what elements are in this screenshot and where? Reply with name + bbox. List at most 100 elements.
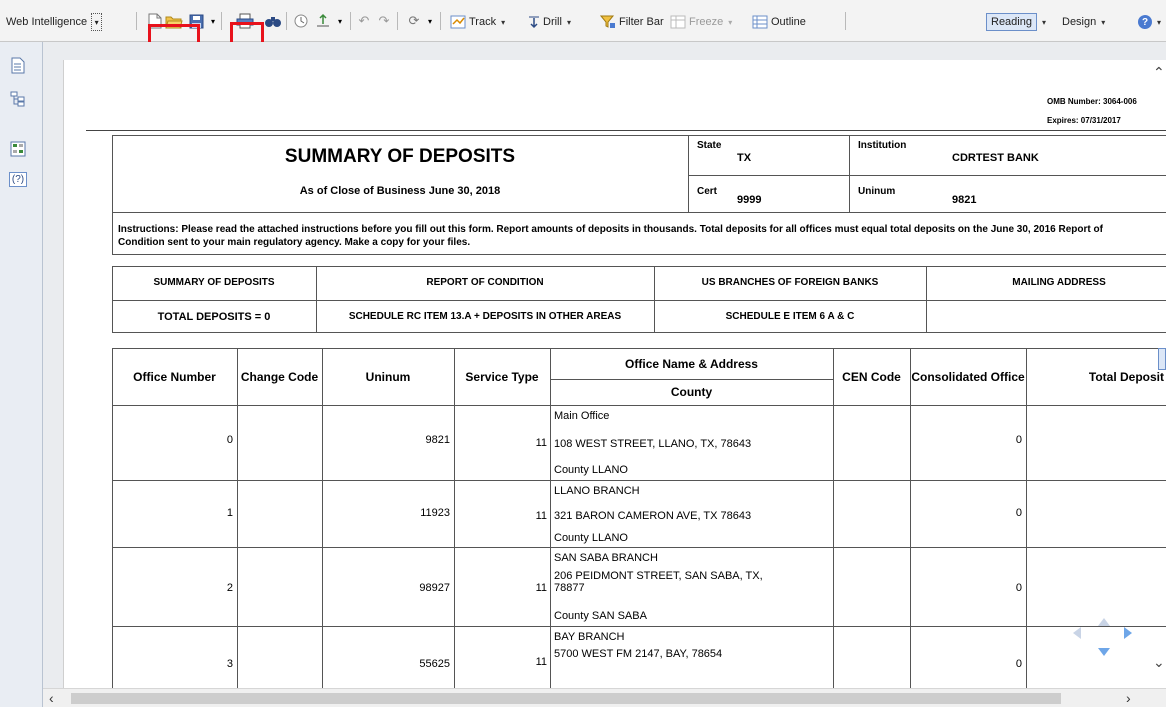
col-total-deposit: Total Deposit [1088, 369, 1164, 384]
row-1-uninum: 11923 [420, 507, 450, 519]
help-dropdown-icon[interactable]: ▾ [1157, 18, 1161, 27]
summary-value-3: SCHEDULE E ITEM 6 A & C [725, 310, 855, 322]
left-side-panel: (?) [0, 42, 43, 707]
track-button[interactable]: Track ▾ [450, 10, 505, 34]
input-controls-icon[interactable] [8, 138, 28, 160]
save-dropdown-icon[interactable]: ▾ [204, 12, 222, 30]
row-0-consolidated: 0 [1015, 434, 1022, 446]
page-down-arrow-icon[interactable] [1098, 647, 1110, 656]
reading-mode-button[interactable]: Reading ▾ [986, 10, 1046, 34]
row-1-office: 1 [226, 507, 233, 519]
row-0-uninum: 9821 [425, 434, 450, 446]
app-name: Web Intelligence [6, 16, 88, 28]
scroll-right-icon[interactable]: › [1126, 690, 1131, 706]
summary-header-2: REPORT OF CONDITION [426, 277, 544, 288]
row-2-county: County SAN SABA [554, 610, 647, 622]
summary-header-3: US BRANCHES OF FOREIGN BANKS [701, 277, 879, 288]
reading-dropdown-icon[interactable]: ▾ [1042, 18, 1046, 27]
history-icon[interactable] [292, 12, 310, 30]
state-value: TX [737, 152, 752, 164]
cert-label: Cert [697, 186, 718, 197]
col-service-type: Service Type [465, 369, 539, 384]
row-2-address: 206 PEIDMONT STREET, SAN SABA, TX, 78877 [554, 570, 763, 594]
row-3-office: 3 [226, 658, 233, 670]
drill-label: Drill [543, 16, 562, 28]
uninum-value: 9821 [952, 194, 977, 206]
page-left-arrow-icon[interactable] [1073, 627, 1081, 639]
outline-icon [752, 15, 768, 29]
page-right-arrow-icon[interactable] [1124, 627, 1132, 639]
report-canvas: OMB Number: 3064-006 Expires: 07/31/2017… [43, 42, 1166, 707]
row-0-name: Main Office [554, 410, 610, 422]
omb-number: OMB Number: 3064-006 [1047, 97, 1137, 106]
row-1-service: 11 [535, 510, 547, 522]
institution-value: CDRTEST BANK [952, 152, 1039, 164]
filter-bar-label: Filter Bar [619, 16, 664, 28]
help-button[interactable]: ? ▾ [1138, 10, 1161, 34]
state-label: State [697, 140, 722, 151]
outline-button[interactable]: Outline [752, 10, 806, 34]
track-icon [450, 15, 466, 29]
design-dropdown-icon[interactable]: ▾ [1101, 18, 1105, 27]
row-1-consolidated: 0 [1015, 507, 1022, 519]
institution-label: Institution [858, 140, 907, 151]
row-0-service: 11 [535, 437, 547, 449]
scroll-up-icon[interactable]: ⌃ [1153, 64, 1166, 80]
horizontal-scroll-thumb[interactable] [71, 693, 1061, 704]
app-menu[interactable]: Web Intelligence ▾ [6, 10, 103, 34]
row-3-consolidated: 0 [1015, 658, 1022, 670]
track-dropdown-icon[interactable]: ▾ [501, 18, 505, 27]
scroll-left-icon[interactable]: ‹ [49, 690, 54, 706]
help-icon: ? [1138, 15, 1152, 29]
col-office-number: Office Number [133, 369, 216, 384]
col-consolidated-office: Consolidated Office [911, 369, 1025, 384]
drill-button[interactable]: Drill ▾ [528, 10, 571, 34]
drill-dropdown-icon[interactable]: ▾ [567, 18, 571, 27]
summary-header-4: MAILING ADDRESS [1012, 277, 1106, 288]
filter-bar-button[interactable]: Filter Bar [600, 10, 664, 34]
horizontal-scrollbar[interactable]: ‹ › [43, 688, 1166, 707]
row-2-office: 2 [226, 582, 233, 594]
export-dropdown-icon[interactable]: ▾ [331, 12, 349, 30]
row-0-county: County LLANO [554, 464, 628, 476]
filter-icon [600, 15, 615, 28]
find-icon[interactable] [264, 12, 282, 30]
scroll-down-icon[interactable]: ⌄ [1153, 654, 1166, 670]
app-menu-dropdown-icon[interactable]: ▾ [91, 13, 103, 31]
page-up-arrow-icon[interactable] [1098, 617, 1110, 626]
row-1-name: LLANO BRANCH [554, 485, 640, 497]
row-1-address: 321 BARON CAMERON AVE, TX 78643 [554, 510, 752, 522]
row-0-office: 0 [226, 434, 233, 446]
undo-icon[interactable]: ↶ [355, 12, 373, 30]
freeze-icon [670, 15, 686, 29]
refresh-dropdown-icon[interactable]: ▾ [421, 12, 439, 30]
cert-value: 9999 [737, 194, 762, 206]
instructions-text: Instructions: Please read the attached i… [118, 224, 1103, 248]
redo-icon[interactable]: ↷ [375, 12, 393, 30]
row-2-consolidated: 0 [1015, 582, 1022, 594]
summary-value-2: SCHEDULE RC ITEM 13.A + DEPOSITS IN OTHE… [348, 310, 622, 322]
freeze-dropdown-icon[interactable]: ▾ [728, 18, 732, 27]
toolbar: Web Intelligence ▾ ▾ ▾ ↶ ↷ ⟳ ▾ Track ▾ D… [0, 0, 1166, 60]
navigation-map-icon[interactable] [8, 88, 28, 110]
design-mode-button[interactable]: Design ▾ [1062, 10, 1105, 34]
freeze-label: Freeze [689, 16, 724, 28]
outline-label: Outline [771, 16, 806, 28]
col-change-code: Change Code [240, 369, 319, 384]
summary-header-1: SUMMARY OF DEPOSITS [153, 277, 275, 288]
help-panel-icon[interactable]: (?) [8, 168, 28, 190]
drill-icon [529, 16, 539, 29]
report-title: SUMMARY OF DEPOSITS [284, 146, 516, 167]
freeze-button[interactable]: Freeze ▾ [670, 10, 732, 34]
row-3-address: 5700 WEST FM 2147, BAY, 78654 [554, 648, 723, 660]
export-icon[interactable] [314, 12, 332, 30]
track-label: Track [469, 16, 497, 28]
report-as-of: As of Close of Business June 30, 2018 [299, 185, 501, 197]
document-summary-icon[interactable] [8, 54, 28, 76]
row-0-address: 108 WEST STREET, LLANO, TX, 78643 [554, 438, 752, 450]
summary-value-4 [926, 300, 1166, 333]
row-2-service: 11 [535, 582, 547, 594]
side-panel-toggle[interactable] [1158, 348, 1166, 370]
design-label: Design [1062, 16, 1097, 28]
reading-label: Reading [986, 13, 1037, 31]
